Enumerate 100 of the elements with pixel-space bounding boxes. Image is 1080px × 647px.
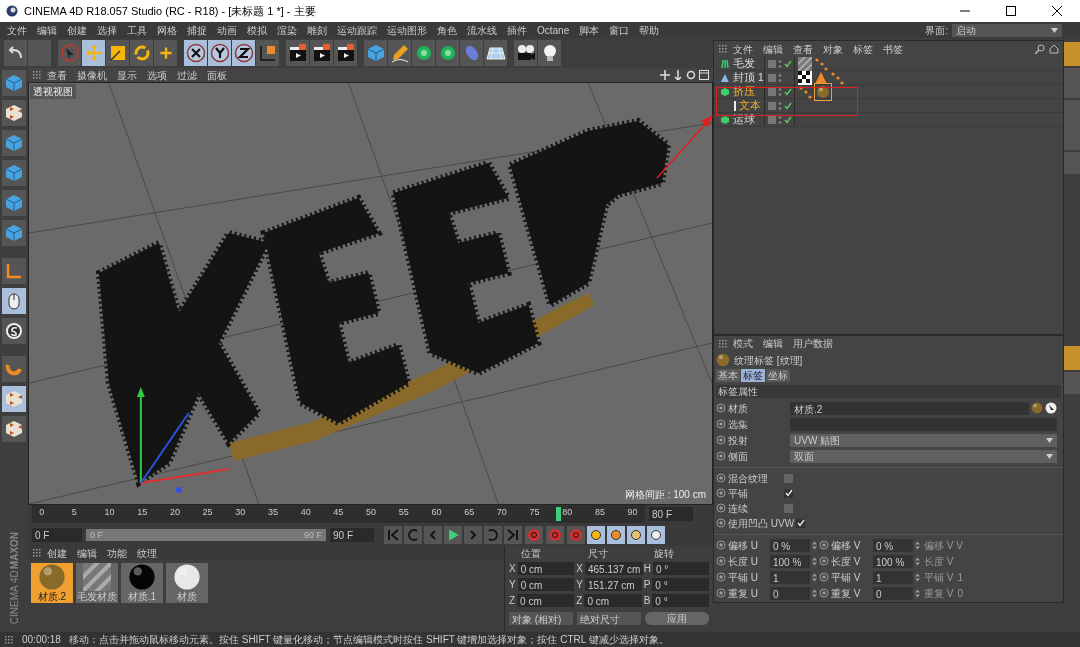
object-name[interactable]: 文本 [739, 97, 761, 114]
pan-icon[interactable] [660, 70, 670, 80]
menu-item[interactable]: 标签 [848, 41, 878, 57]
toolbar-button[interactable] [538, 40, 561, 66]
coordinate-field[interactable]: 151.27 cm [585, 577, 642, 591]
key-mode-button[interactable] [627, 525, 645, 544]
tab[interactable]: 标签 [741, 369, 765, 382]
toolbar-button[interactable] [484, 40, 507, 66]
toolbar-button[interactable] [232, 40, 255, 66]
coordinate-field[interactable]: 0 cm [517, 577, 575, 591]
playback-button[interactable] [424, 525, 442, 544]
playback-button[interactable] [464, 525, 482, 544]
menu-item[interactable]: 纹理 [132, 545, 162, 561]
coordinate-field[interactable]: 0 ° [652, 593, 709, 607]
toolbar-button[interactable] [286, 40, 309, 66]
toolbar-button[interactable] [256, 40, 279, 66]
menu-item[interactable]: 创建 [62, 22, 92, 38]
menu-item[interactable]: 选择 [92, 22, 122, 38]
menu-item[interactable]: 帮助 [634, 22, 665, 38]
material-swatch[interactable]: 材质.1 [121, 563, 163, 603]
menu-item[interactable]: 运动跟踪 [332, 22, 382, 38]
playback-button[interactable] [484, 525, 502, 544]
search-icon[interactable] [1035, 44, 1045, 54]
toolbar-button[interactable] [184, 40, 207, 66]
checkbox[interactable] [796, 518, 806, 528]
playhead[interactable] [556, 507, 562, 521]
number-field[interactable]: 0 [873, 586, 913, 600]
toolbar-button[interactable] [310, 40, 333, 66]
material-swatch[interactable]: 材质.2 [31, 563, 73, 603]
menu-item[interactable]: 工具 [122, 22, 152, 38]
menu-item[interactable]: 窗口 [604, 22, 635, 38]
end-frame-field[interactable]: 90 F [330, 527, 374, 542]
record-button[interactable] [567, 525, 585, 544]
key-mode-button[interactable] [587, 525, 605, 544]
playback-button[interactable] [404, 525, 422, 544]
menu-item[interactable]: 模式 [728, 336, 758, 351]
menu-item[interactable]: 模拟 [242, 22, 272, 38]
playback-button[interactable] [504, 525, 522, 544]
material-swatch[interactable]: 毛发材质 [76, 563, 118, 603]
menu-item[interactable]: 用户数据 [788, 336, 838, 351]
menu-item[interactable]: 查看 [42, 67, 72, 83]
menu-item[interactable]: 编辑 [72, 545, 102, 561]
number-field[interactable]: 0 % [770, 538, 810, 552]
menu-item[interactable]: 插件 [502, 22, 532, 38]
menu-item[interactable]: 摄像机 [72, 67, 112, 83]
orbit-icon[interactable] [686, 70, 696, 80]
playback-button[interactable] [444, 525, 462, 544]
menu-item[interactable]: 雕刻 [302, 22, 332, 38]
menu-item[interactable]: 渲染 [272, 22, 302, 38]
object-name[interactable]: 毛发 [733, 55, 755, 72]
number-field[interactable]: 1 [873, 570, 913, 584]
menu-item[interactable]: 功能 [102, 545, 132, 561]
menu-item[interactable]: 文件 [728, 41, 758, 57]
number-field[interactable]: 100 % [770, 554, 810, 568]
start-frame-field[interactable]: 0 F [32, 527, 82, 542]
number-field[interactable]: 1 [770, 570, 810, 584]
number-field[interactable]: 0 [770, 586, 810, 600]
layout-dropdown[interactable]: 启动 [952, 23, 1062, 37]
record-button[interactable] [525, 525, 543, 544]
coordinate-field[interactable]: 0 cm [517, 593, 575, 607]
checkbox[interactable] [784, 503, 793, 513]
menu-item[interactable]: 脚本 [574, 22, 605, 38]
menu-item[interactable]: 对象 [818, 41, 848, 57]
timeline-ruler[interactable]: 0 5 10 15 20 25 30 35 40 45 50 55 60 65 70 75 80 85 90 [32, 505, 645, 523]
tool-button[interactable] [2, 288, 26, 314]
menu-item[interactable]: 编辑 [758, 41, 788, 57]
menu-item[interactable]: 文件 [2, 22, 32, 38]
projection-dropdown[interactable]: 双面 [790, 449, 1057, 463]
layout-icon[interactable] [699, 70, 709, 80]
size-mode-dropdown[interactable]: 绝对尺寸 [577, 612, 641, 625]
key-mode-button[interactable] [647, 525, 665, 544]
playback-button[interactable] [384, 525, 402, 544]
menu-item[interactable]: 查看 [788, 41, 818, 57]
menu-item[interactable]: 捕捉 [182, 22, 212, 38]
current-frame-field[interactable]: 80 F [649, 507, 693, 521]
tool-button[interactable] [2, 318, 26, 344]
tab[interactable]: 基本 [716, 369, 740, 382]
menu-item[interactable]: 运动图形 [382, 22, 432, 38]
toolbar-button[interactable] [208, 40, 231, 66]
home-icon[interactable] [1049, 44, 1059, 54]
menu-item[interactable]: 网格 [152, 22, 182, 38]
menu-item[interactable]: 面板 [202, 67, 232, 83]
menu-item[interactable]: 编辑 [758, 336, 788, 351]
menu-item[interactable]: 创建 [42, 545, 72, 561]
material-swatch[interactable]: 材质 [166, 563, 208, 603]
toolbar-button[interactable] [334, 40, 357, 66]
checkbox[interactable] [784, 488, 793, 498]
apply-button[interactable]: 应用 [645, 612, 709, 625]
menu-item[interactable]: 书签 [878, 41, 908, 57]
toolbar-button[interactable] [514, 40, 537, 66]
coordinate-field[interactable]: 0 ° [652, 561, 709, 575]
projection-dropdown[interactable]: UVW 贴图 [790, 433, 1057, 447]
menu-item[interactable]: 流水线 [462, 22, 502, 38]
coordinate-mode-dropdown[interactable]: 对象 (相对) [509, 612, 573, 625]
tool-button[interactable] [2, 416, 26, 442]
pick-icon[interactable] [1045, 402, 1057, 414]
coordinate-field[interactable]: 0 cm [517, 561, 575, 575]
material-link-field[interactable]: 材质.2 [790, 401, 1029, 415]
tool-button[interactable] [2, 100, 26, 126]
menu-item[interactable]: 动画 [212, 22, 242, 38]
